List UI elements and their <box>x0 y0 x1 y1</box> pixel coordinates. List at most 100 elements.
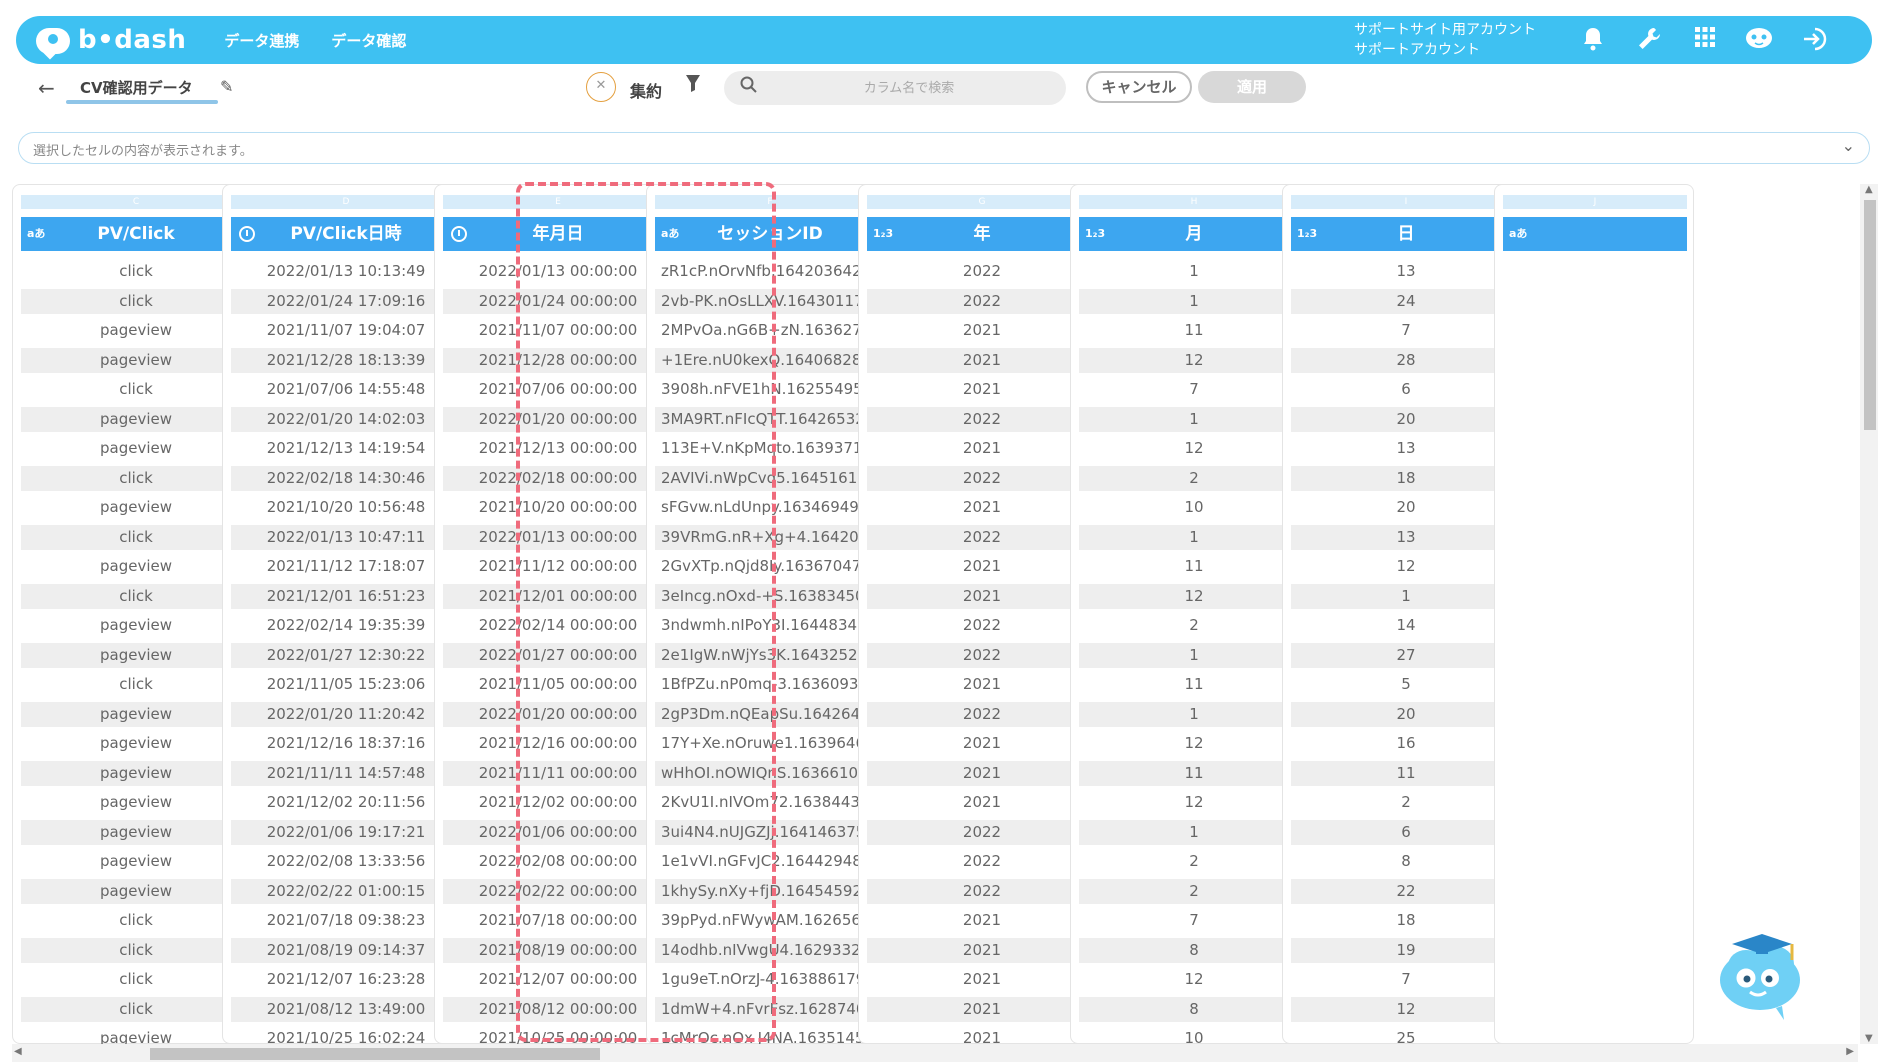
table-cell[interactable]: 2022/02/22 00:00:00 <box>443 878 673 909</box>
table-cell[interactable]: 2022 <box>867 849 1097 879</box>
table-cell[interactable]: 2021/11/11 14:57:48 <box>231 760 461 791</box>
table-cell[interactable]: 7 <box>1079 377 1309 407</box>
table-cell[interactable]: 18 <box>1291 465 1521 496</box>
table-cell[interactable]: click <box>21 583 251 614</box>
table-cell[interactable]: 2021 <box>867 583 1097 614</box>
table-cell[interactable]: 2021 <box>867 731 1097 761</box>
table-cell[interactable]: sFGvw.nLdUnpy.1634694992... <box>655 495 885 525</box>
table-cell[interactable]: 1cMrOc.nOx J4NA.16351453... <box>655 1026 885 1044</box>
filter-icon[interactable] <box>684 73 702 98</box>
column-header[interactable]: 年月日 <box>443 217 673 251</box>
table-cell[interactable]: 27 <box>1291 642 1521 673</box>
table-cell[interactable]: 3eIncg.nOxd-+S.163834508... <box>655 583 885 614</box>
table-cell[interactable]: 2021 <box>867 996 1097 1027</box>
table-cell[interactable]: 2021/11/07 00:00:00 <box>443 318 673 348</box>
table-cell[interactable]: 2022/01/20 00:00:00 <box>443 406 673 437</box>
table-cell[interactable]: 2022/01/06 00:00:00 <box>443 819 673 850</box>
table-cell[interactable]: 2021/08/12 13:49:00 <box>231 996 461 1027</box>
table-cell[interactable]: 2e1IgW.nWjYs3K.164325250... <box>655 642 885 673</box>
table-cell[interactable]: 2021/12/07 16:23:28 <box>231 967 461 997</box>
table-cell[interactable]: 1 <box>1291 583 1521 614</box>
table-cell[interactable]: pageview <box>21 642 251 673</box>
table-cell[interactable]: 2021/12/16 18:37:16 <box>231 731 461 761</box>
table-cell[interactable]: 3908h.nFVE1hN.162554958... <box>655 377 885 407</box>
bell-icon[interactable] <box>1578 26 1608 54</box>
table-cell[interactable]: 2021 <box>867 672 1097 702</box>
table-cell[interactable]: 2021/12/02 00:00:00 <box>443 790 673 820</box>
vertical-scroll-thumb[interactable] <box>1864 200 1876 430</box>
apply-button[interactable]: 適用 <box>1198 71 1306 103</box>
table-cell[interactable]: 8 <box>1079 937 1309 968</box>
table-cell[interactable]: 10 <box>1079 495 1309 525</box>
column-header[interactable]: 1₂3 月 <box>1079 217 1309 251</box>
table-cell[interactable]: pageview <box>21 406 251 437</box>
table-cell[interactable]: 2022/01/13 10:13:49 <box>231 259 461 289</box>
table-cell[interactable]: 2022 <box>867 613 1097 643</box>
table-cell[interactable]: 2022 <box>867 524 1097 555</box>
table-cell[interactable]: 6 <box>1291 377 1521 407</box>
edit-pencil-icon[interactable]: ✎ <box>220 77 233 96</box>
table-cell[interactable]: 2KvU1I.nIVOm72.163844339... <box>655 790 885 820</box>
table-cell[interactable]: pageview <box>21 554 251 584</box>
table-cell[interactable]: 2022/01/24 00:00:00 <box>443 288 673 319</box>
table-cell[interactable]: 2021/08/12 00:00:00 <box>443 996 673 1027</box>
table-cell[interactable]: 6 <box>1291 819 1521 850</box>
table-cell[interactable]: 2021 <box>867 436 1097 466</box>
table-cell[interactable]: click <box>21 377 251 407</box>
table-cell[interactable]: 39VRmG.nR+Xg+4.16420362... <box>655 524 885 555</box>
table-cell[interactable]: 20 <box>1291 406 1521 437</box>
table-cell[interactable]: 25 <box>1291 1026 1521 1044</box>
table-cell[interactable]: click <box>21 524 251 555</box>
table-cell[interactable]: 2021/10/20 10:56:48 <box>231 495 461 525</box>
table-cell[interactable]: 2021/11/11 00:00:00 <box>443 760 673 791</box>
table-cell[interactable]: 7 <box>1079 908 1309 938</box>
table-cell[interactable]: 2GvXTp.nQjd8Iy.163670475... <box>655 554 885 584</box>
scroll-up-arrow-icon[interactable]: ▲ <box>1865 184 1873 195</box>
table-cell[interactable]: 2022/01/20 00:00:00 <box>443 701 673 732</box>
table-cell[interactable]: 2022/01/27 00:00:00 <box>443 642 673 673</box>
table-cell[interactable]: 2021/12/01 16:51:23 <box>231 583 461 614</box>
support-chat-icon[interactable] <box>1744 26 1774 54</box>
table-cell[interactable]: pageview <box>21 731 251 761</box>
dataset-title[interactable]: CV確認用データ <box>80 77 193 98</box>
column-header[interactable]: 1₂3 年 <box>867 217 1097 251</box>
table-cell[interactable]: wHhOI.nOWIQnS.163661026... <box>655 760 885 791</box>
table-cell[interactable]: 3ndwmh.nIPoY3I.164483491... <box>655 613 885 643</box>
cell-content-bar[interactable]: 選択したセルの内容が表示されます。 ⌄ <box>18 132 1870 164</box>
table-cell[interactable]: 2022 <box>867 878 1097 909</box>
table-cell[interactable]: 2021/11/05 15:23:06 <box>231 672 461 702</box>
table-cell[interactable]: 18 <box>1291 908 1521 938</box>
table-cell[interactable]: 2022/01/06 19:17:21 <box>231 819 461 850</box>
table-cell[interactable]: 20 <box>1291 701 1521 732</box>
apps-grid-icon[interactable] <box>1690 26 1720 54</box>
table-cell[interactable]: 2021/12/07 00:00:00 <box>443 967 673 997</box>
table-cell[interactable]: 1khySy.nXy+fjD.1645459213... <box>655 878 885 909</box>
table-cell[interactable]: 2 <box>1079 613 1309 643</box>
table-cell[interactable]: 2021/11/12 00:00:00 <box>443 554 673 584</box>
table-cell[interactable]: 2021/08/19 09:14:37 <box>231 937 461 968</box>
table-cell[interactable]: 2022 <box>867 406 1097 437</box>
vertical-scrollbar[interactable]: ▲ ▼ <box>1860 184 1878 1044</box>
table-cell[interactable]: 2021/11/05 00:00:00 <box>443 672 673 702</box>
table-cell[interactable]: click <box>21 465 251 496</box>
table-cell[interactable]: 2022 <box>867 259 1097 289</box>
table-cell[interactable]: 11 <box>1291 760 1521 791</box>
table-cell[interactable]: pageview <box>21 1026 251 1044</box>
table-cell[interactable]: 2021/12/16 00:00:00 <box>443 731 673 761</box>
column-search-input[interactable] <box>764 71 1054 105</box>
column-header[interactable]: aあ セッションID <box>655 217 885 251</box>
table-cell[interactable]: 2 <box>1079 849 1309 879</box>
table-cell[interactable]: 12 <box>1079 967 1309 997</box>
table-cell[interactable]: 2021 <box>867 790 1097 820</box>
table-cell[interactable]: click <box>21 288 251 319</box>
logo[interactable]: b•dash <box>34 23 186 60</box>
account-info[interactable]: サポートサイト用アカウント サポートアカウント <box>1354 20 1536 60</box>
table-cell[interactable]: 7 <box>1291 967 1521 997</box>
table-cell[interactable]: 2MPvOa.nG6B+zN.16362783... <box>655 318 885 348</box>
table-cell[interactable]: 2021/07/18 00:00:00 <box>443 908 673 938</box>
table-cell[interactable]: 2 <box>1079 465 1309 496</box>
table-cell[interactable]: 2022 <box>867 642 1097 673</box>
table-cell[interactable]: 1e1vVI.nGFvJC2.164429481... <box>655 849 885 879</box>
nav-data-integration[interactable]: データ連携 <box>224 30 299 51</box>
table-cell[interactable]: 2021/12/01 00:00:00 <box>443 583 673 614</box>
